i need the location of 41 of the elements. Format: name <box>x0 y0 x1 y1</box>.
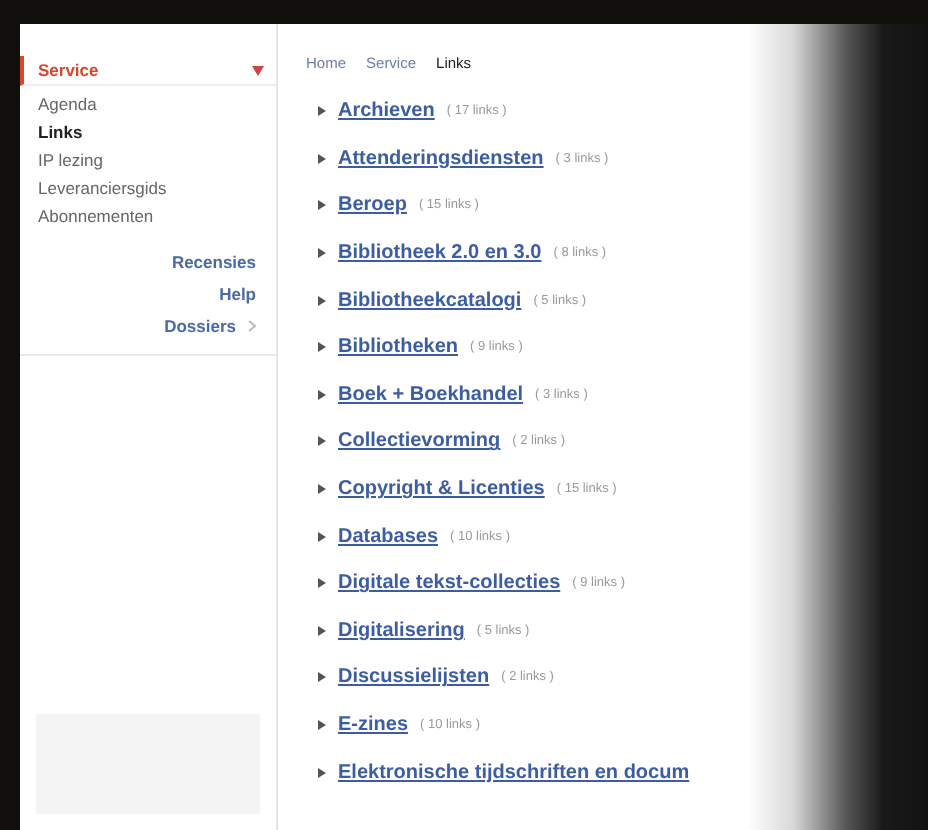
category-link[interactable]: Boek + Boekhandel <box>338 383 524 406</box>
sidebar-item[interactable]: Service <box>20 56 276 86</box>
triangle-icon <box>318 200 326 211</box>
category-link[interactable]: E-zines <box>338 714 409 737</box>
category-link[interactable]: Bibliotheken <box>338 336 459 359</box>
category-link[interactable]: Digitalisering <box>338 619 465 642</box>
triangle-icon <box>318 153 326 164</box>
triangle-icon <box>318 720 326 731</box>
category-link[interactable]: Discussielijsten <box>338 666 490 689</box>
category-link[interactable]: Elektronische tijdschriften en docum <box>338 761 690 784</box>
sidebar-item[interactable]: Links <box>20 118 276 146</box>
triangle-icon <box>318 295 326 306</box>
triangle-icon <box>318 436 326 447</box>
triangle-icon <box>318 342 326 353</box>
sidebar-link[interactable]: Help <box>20 278 276 310</box>
sidebar-item[interactable]: Agenda <box>20 90 276 118</box>
category-link[interactable]: Bibliotheekcatalogi <box>338 289 522 312</box>
sidebar-link[interactable]: Recensies <box>20 246 276 278</box>
category-link[interactable]: Collectievorming <box>338 430 501 453</box>
sidebar-item[interactable]: Abonnementen <box>20 202 276 230</box>
caret-icon <box>252 65 264 75</box>
category-link[interactable]: Archieven <box>338 100 435 123</box>
category-link[interactable]: Databases <box>338 525 439 548</box>
triangle-icon <box>318 106 326 117</box>
category-link[interactable]: Beroep <box>338 194 407 217</box>
sidebar-item[interactable]: Leveranciersgids <box>20 174 276 202</box>
sidebar-item[interactable]: IP lezing <box>20 146 276 174</box>
sidebar-link[interactable]: Dossiers <box>20 310 276 342</box>
category-link[interactable]: Copyright & Licenties <box>338 478 545 501</box>
triangle-icon <box>318 248 326 259</box>
triangle-icon <box>318 767 326 778</box>
triangle-icon <box>318 484 326 495</box>
category-link[interactable]: Bibliotheek 2.0 en 3.0 <box>338 242 542 265</box>
triangle-icon <box>318 531 326 542</box>
triangle-icon <box>318 672 326 683</box>
triangle-icon <box>318 578 326 589</box>
triangle-icon <box>318 389 326 400</box>
chevron-icon <box>248 320 256 332</box>
category-link[interactable]: Attenderingsdiensten <box>338 147 544 170</box>
triangle-icon <box>318 625 326 636</box>
category-link[interactable]: Digitale tekst-collecties <box>338 572 561 595</box>
